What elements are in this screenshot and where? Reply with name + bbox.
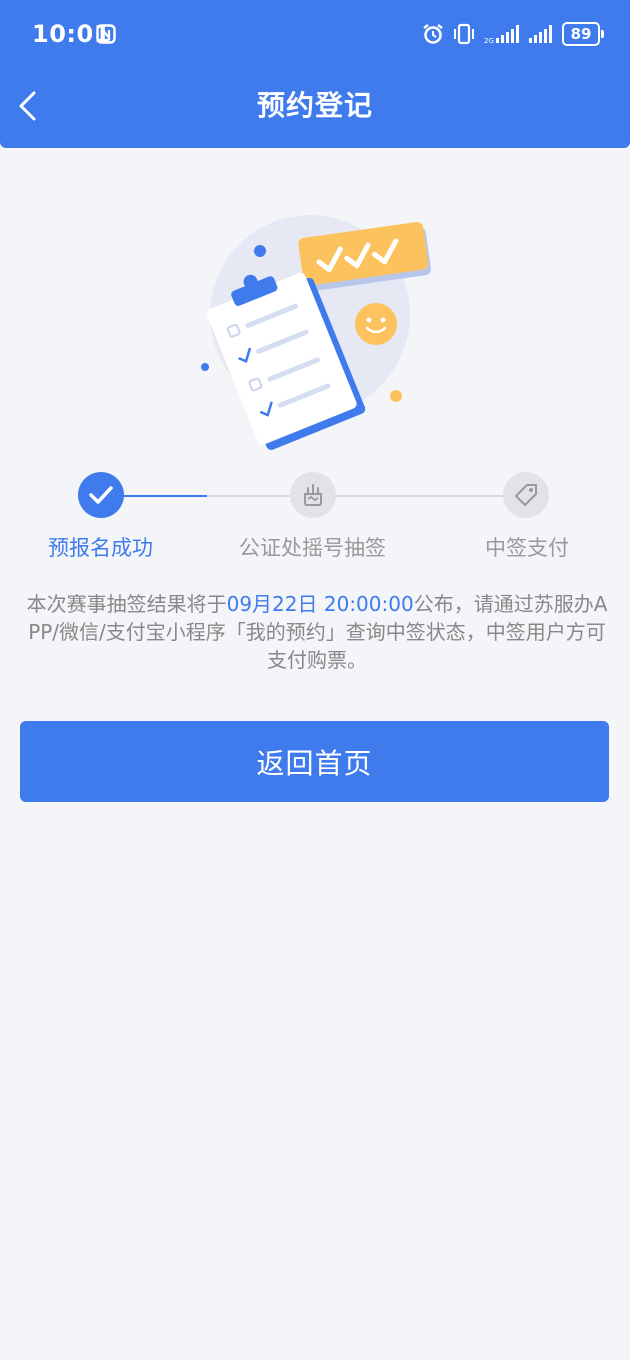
- step-connector-1: [207, 495, 291, 497]
- lottery-notice: 本次赛事抽签结果将于09月22日 20:00:00公布，请通过苏服办APP/微信…: [22, 590, 612, 674]
- step-1-label: 预报名成功: [48, 536, 153, 560]
- page-title: 预约登记: [256, 89, 373, 122]
- step-2-label: 公证处摇号抽签: [239, 536, 386, 560]
- notice-prefix: 本次赛事抽签结果将于: [26, 592, 227, 616]
- nfc-icon: [96, 24, 116, 44]
- app-header: 10:01 2G 89 预约登记: [0, 0, 630, 148]
- step-connector-2: [336, 495, 504, 497]
- status-bar: 10:01 2G 89: [0, 0, 630, 72]
- step-1-check-icon: [78, 472, 124, 518]
- progress-steps: 预报名成功 公证处摇号抽签 中签支付: [0, 470, 630, 570]
- step-3-label: 中签支付: [485, 536, 569, 560]
- svg-text:2G: 2G: [484, 37, 494, 44]
- signal-icon-1: 2G: [484, 25, 519, 44]
- step-connector-done: [123, 495, 207, 497]
- signal-icon-2: [529, 25, 552, 43]
- notice-date: 09月22日 20:00:00: [226, 592, 414, 616]
- vibrate-icon: [454, 23, 474, 45]
- alarm-icon: [423, 24, 443, 44]
- battery-indicator: 89: [562, 22, 604, 46]
- step-2-lottery-icon: [290, 472, 336, 518]
- step-3-tag-icon: [503, 472, 549, 518]
- status-icons: 2G 89: [422, 22, 604, 46]
- registration-success-illustration: [201, 215, 432, 450]
- return-home-button[interactable]: 返回首页: [20, 721, 609, 802]
